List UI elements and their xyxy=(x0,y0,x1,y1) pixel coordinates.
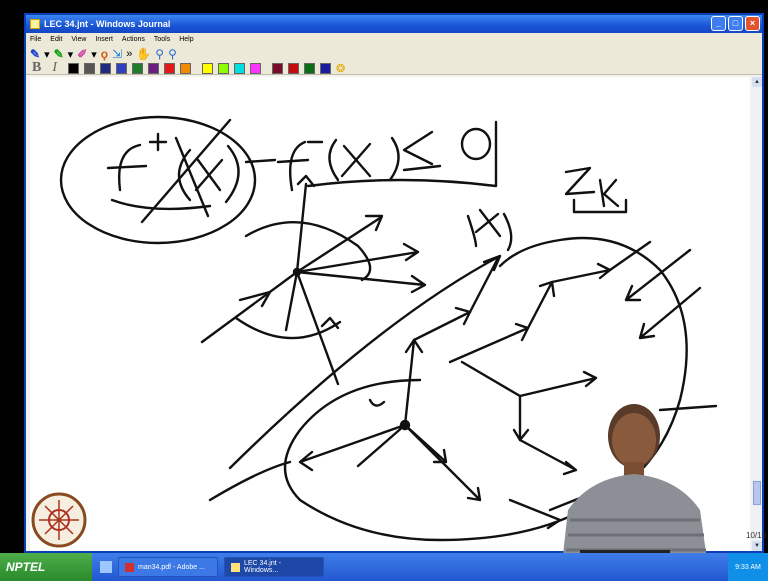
task-adobe-label: man34.pdf - Adobe ... xyxy=(138,563,205,571)
start-button[interactable]: NPTEL xyxy=(0,553,92,581)
ink-zero xyxy=(460,127,492,161)
task-adobe[interactable]: man34.pdf - Adobe ... xyxy=(118,557,218,577)
ink-paren2-right xyxy=(388,136,400,182)
ink-paren-right xyxy=(224,144,240,204)
nptel-logo xyxy=(31,492,87,548)
ink-u-letter xyxy=(368,398,386,407)
nptel-emblem-icon xyxy=(31,492,87,548)
ink-paren2-left xyxy=(328,138,340,182)
ink-plus-sign xyxy=(148,132,168,152)
pdf-icon xyxy=(125,562,134,572)
taskbar: NPTEL man34.pdf - Adobe ... LEC 34.jnt -… xyxy=(0,553,768,581)
screen: LEC 34.jnt - Windows Journal _ □ × File … xyxy=(0,0,768,581)
system-clock: 9:33 AM xyxy=(728,553,768,581)
ink-x-1 xyxy=(194,158,224,192)
task-journal-label: LEC 34.jnt - Windows... xyxy=(243,560,281,574)
ink-long-line xyxy=(228,254,502,470)
task-journal[interactable]: LEC 34.jnt - Windows... xyxy=(224,557,324,577)
ink-k xyxy=(598,178,620,208)
quick-launch-icon[interactable] xyxy=(100,561,112,573)
ink-x-node xyxy=(474,208,502,238)
ink-cross-1 xyxy=(140,118,232,224)
journal-icon xyxy=(231,562,240,572)
ink-paren-left xyxy=(177,148,192,202)
ink-leq xyxy=(402,130,442,172)
ink-z xyxy=(564,166,596,196)
ink-x-2 xyxy=(340,142,372,178)
